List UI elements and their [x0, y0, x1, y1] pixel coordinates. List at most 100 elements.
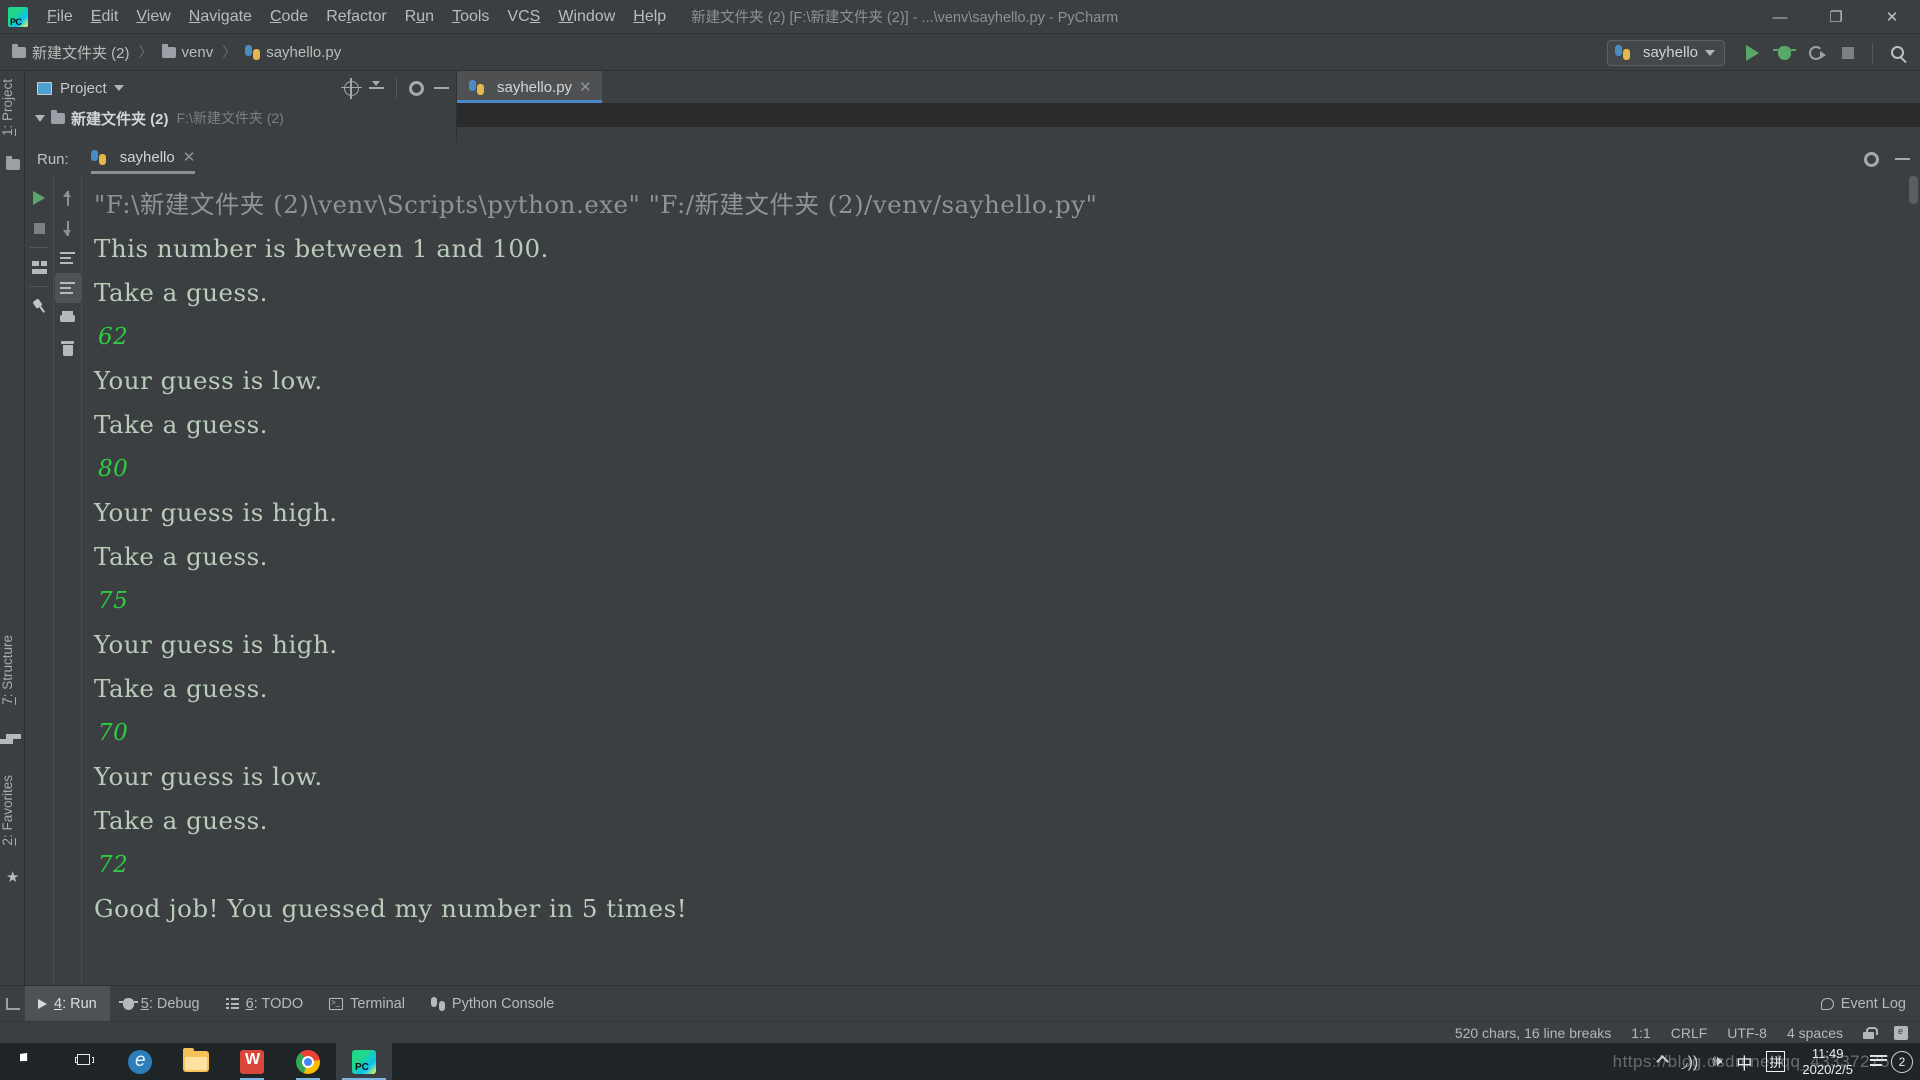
todo-icon — [225, 998, 239, 1009]
close-icon[interactable]: ✕ — [579, 80, 592, 95]
next-occurrence-button[interactable] — [55, 213, 81, 243]
editor-tab-label: sayhello.py — [497, 78, 573, 96]
event-log-button[interactable]: Event Log — [1820, 996, 1906, 1012]
editor-tab-sayhello[interactable]: sayhello.py ✕ — [457, 71, 602, 103]
menu-bar: File Edit View Navigate Code Refactor Ru… — [38, 0, 675, 34]
ime-language-button[interactable]: 中 — [1729, 1043, 1759, 1080]
notifications-button[interactable]: 2 — [1863, 1043, 1920, 1080]
start-button[interactable] — [0, 1043, 56, 1080]
title-bar: File Edit View Navigate Code Refactor Ru… — [0, 0, 1920, 34]
scrollbar-thumb[interactable] — [1909, 176, 1918, 204]
close-button[interactable]: ✕ — [1864, 0, 1920, 34]
window-title: 新建文件夹 (2) [F:\新建文件夹 (2)] - ...\venv\sayh… — [691, 10, 1119, 26]
run-window-header-actions — [1864, 143, 1910, 175]
inspection-icon[interactable] — [1894, 1025, 1908, 1040]
taskbar-pycharm[interactable] — [336, 1043, 392, 1080]
toggle-tool-windows-button[interactable] — [0, 997, 25, 1010]
run-configuration-selector[interactable]: sayhello — [1606, 39, 1725, 66]
menu-item-view[interactable]: View — [127, 4, 179, 30]
sidebar-item-favorites[interactable]: 2: Favorites — [0, 771, 25, 850]
task-view-button[interactable] — [56, 1043, 112, 1080]
minimize-button[interactable]: — — [1752, 0, 1808, 34]
tool-window-todo[interactable]: 6: TODO — [213, 986, 317, 1022]
network-button[interactable]: ◞)) — [1674, 1043, 1705, 1080]
taskbar-edge[interactable] — [112, 1043, 168, 1080]
breadcrumb-item-project[interactable]: 新建文件夹 (2) — [12, 42, 130, 63]
layout-settings-button[interactable] — [26, 252, 52, 282]
clear-all-button[interactable] — [55, 333, 81, 363]
soft-wrap-button[interactable] — [55, 243, 81, 273]
taskbar-chrome[interactable] — [280, 1043, 336, 1080]
menu-item-refactor[interactable]: Refactor — [317, 4, 395, 30]
menu-item-run[interactable]: Run — [396, 4, 443, 30]
menu-item-navigate[interactable]: Navigate — [180, 4, 261, 30]
pycharm-window: File Edit View Navigate Code Refactor Ru… — [0, 0, 1920, 1080]
status-bar-right: 520 chars, 16 line breaks 1:1 CRLF UTF-8… — [1455, 1025, 1908, 1041]
menu-item-window[interactable]: Window — [549, 4, 624, 30]
stop-process-button[interactable] — [26, 213, 52, 243]
ime-mode-button[interactable]: 拼 — [1759, 1043, 1792, 1080]
debug-button[interactable] — [1769, 38, 1799, 68]
taskbar-wps[interactable] — [224, 1043, 280, 1080]
chevron-down-icon[interactable] — [35, 114, 45, 122]
menu-item-edit[interactable]: Edit — [82, 4, 128, 30]
chevron-down-icon[interactable] — [113, 85, 124, 91]
collapse-all-icon[interactable] — [369, 81, 384, 95]
sidebar-item-project[interactable]: 1: Project — [0, 75, 25, 140]
printer-icon — [60, 311, 75, 325]
run-tool-window-header: Run: sayhello ✕ — [25, 143, 1920, 175]
sidebar-item-structure[interactable]: 7: Structure — [0, 631, 25, 709]
breadcrumb-item-venv[interactable]: venv — [161, 43, 213, 61]
taskbar-file-explorer[interactable] — [168, 1043, 224, 1080]
status-caret-position[interactable]: 1:1 — [1631, 1025, 1650, 1041]
menu-item-code[interactable]: Code — [261, 4, 317, 30]
editor-tab-strip: sayhello.py ✕ — [457, 71, 1920, 103]
hide-panel-icon[interactable] — [1895, 158, 1910, 160]
gear-icon[interactable] — [1864, 151, 1879, 167]
menu-item-vcs[interactable]: VCS — [498, 4, 549, 30]
project-panel-actions — [341, 71, 449, 105]
scroll-from-source-icon[interactable] — [341, 77, 362, 99]
status-line-separator[interactable]: CRLF — [1671, 1025, 1708, 1041]
console-output[interactable]: "F:\新建文件夹 (2)\venv\Scripts\python.exe" "… — [81, 175, 1920, 985]
maximize-button[interactable]: ❐ — [1808, 0, 1864, 34]
tool-window-run[interactable]: 4: Run — [25, 985, 110, 1022]
divider — [30, 286, 48, 287]
wifi-icon: ◞)) — [1681, 1053, 1699, 1071]
breadcrumb: 新建文件夹 (2) 〉 venv 〉 sayhello.py — [0, 42, 341, 63]
project-tree-root-node[interactable]: 新建文件夹 (2) F:\新建文件夹 (2) — [25, 105, 456, 131]
menu-item-help[interactable]: Help — [624, 4, 675, 30]
print-button[interactable] — [55, 303, 81, 333]
run-coverage-button[interactable] — [1801, 38, 1831, 68]
search-everywhere-button[interactable] — [1882, 38, 1912, 68]
close-icon[interactable]: ✕ — [183, 148, 196, 166]
ime-mode-icon: 拼 — [1766, 1051, 1786, 1072]
volume-button[interactable]: 🕪 — [1705, 1043, 1729, 1080]
stop-button[interactable] — [1833, 38, 1863, 68]
run-tab-sayhello[interactable]: sayhello ✕ — [90, 148, 196, 174]
menu-item-file[interactable]: File — [38, 4, 82, 30]
scroll-to-end-button[interactable] — [54, 273, 81, 303]
breadcrumb-item-file[interactable]: sayhello.py — [245, 44, 341, 61]
console-line: Your guess is low. — [94, 366, 323, 395]
previous-occurrence-button[interactable] — [55, 183, 81, 213]
tool-window-terminal[interactable]: Terminal — [316, 986, 418, 1022]
python-file-icon — [469, 79, 484, 95]
rerun-button[interactable] — [26, 183, 52, 213]
unlocked-icon[interactable] — [1863, 1026, 1878, 1039]
editor-area[interactable] — [457, 103, 1920, 127]
menu-item-tools[interactable]: Tools — [443, 4, 498, 30]
hide-panel-icon[interactable] — [434, 87, 449, 89]
status-encoding[interactable]: UTF-8 — [1727, 1025, 1767, 1041]
clock[interactable]: 11:49 2020/2/5 — [1792, 1043, 1863, 1080]
tool-window-python-console[interactable]: Python Console — [418, 986, 567, 1022]
tool-window-debug[interactable]: 5: Debug — [110, 986, 213, 1022]
status-indent[interactable]: 4 spaces — [1787, 1025, 1843, 1041]
divider — [30, 247, 48, 248]
show-hidden-icons-button[interactable] — [1651, 1043, 1674, 1080]
layout-icon — [31, 260, 47, 274]
gear-icon[interactable] — [409, 80, 424, 96]
pin-tab-button[interactable] — [26, 291, 52, 321]
run-button[interactable] — [1737, 38, 1767, 68]
console-scrollbar[interactable] — [1907, 175, 1920, 985]
